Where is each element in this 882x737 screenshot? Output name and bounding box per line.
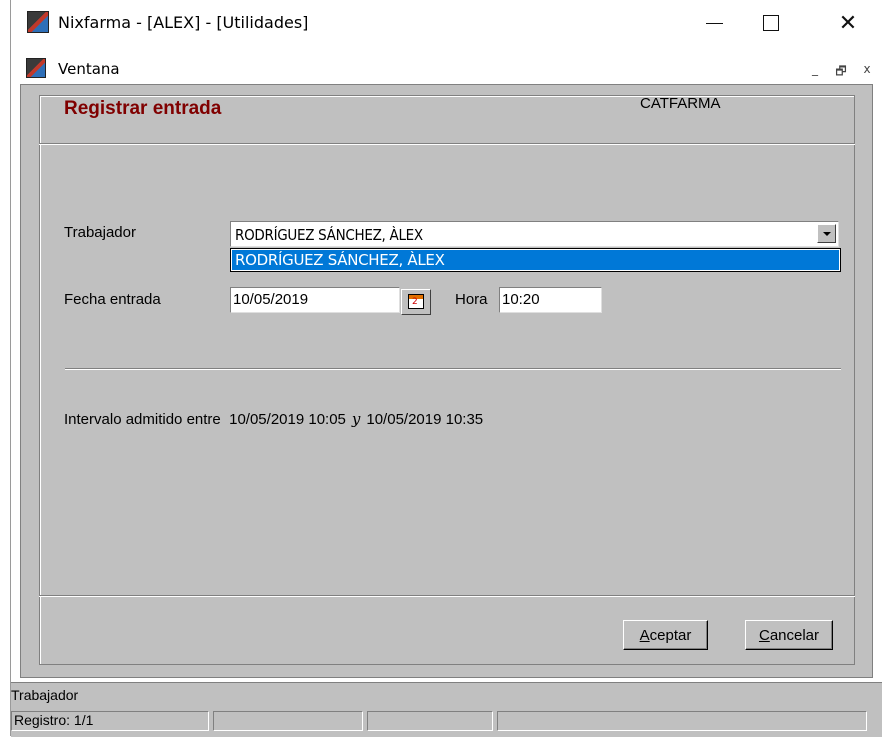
close-icon: ✕	[838, 10, 858, 36]
minimize-button[interactable]	[691, 0, 737, 46]
divider-middle	[65, 368, 841, 370]
nixfarma-app-icon[interactable]	[27, 11, 49, 33]
menu-ventana[interactable]: Ventana	[58, 60, 120, 78]
status-field-name: Trabajador	[11, 687, 79, 703]
interval-from: 10/05/2019 10:05	[229, 411, 346, 428]
trabajador-label: Trabajador	[64, 224, 136, 241]
close-button[interactable]: ✕	[825, 0, 871, 46]
trabajador-select-value: RODRÍGUEZ SÁNCHEZ, ÀLEX	[235, 226, 423, 244]
status-panel-3	[367, 711, 493, 731]
mdi-close-button[interactable]: x	[858, 62, 876, 80]
status-record: Registro: 1/1	[11, 711, 209, 731]
company-name: CATFARMA	[640, 95, 721, 112]
trabajador-dropdown-list: RODRÍGUEZ SÁNCHEZ, ÀLEX	[230, 248, 841, 272]
interval-to: 10/05/2019 10:35	[366, 411, 484, 428]
hora-label: Hora	[455, 291, 488, 308]
maximize-icon	[763, 15, 779, 31]
window-title: Nixfarma - [ALEX] - [Utilidades]	[58, 13, 309, 32]
status-bar: Trabajador Registro: 1/1	[11, 682, 882, 737]
app-window: Nixfarma - [ALEX] - [Utilidades] ✕ Venta…	[10, 0, 882, 737]
dropdown-option[interactable]: RODRÍGUEZ SÁNCHEZ, ÀLEX	[232, 250, 839, 270]
interval-prefix: Intervalo admitido entre	[64, 411, 221, 428]
menu-bar: Ventana _ 🗗 x	[11, 56, 882, 82]
divider-bottom	[39, 595, 855, 597]
title-bar[interactable]: Nixfarma - [ALEX] - [Utilidades] ✕	[11, 0, 882, 46]
maximize-button[interactable]	[748, 0, 794, 46]
hora-input[interactable]: 10:20	[499, 287, 602, 313]
aceptar-button[interactable]: Aceptar	[623, 620, 708, 650]
chevron-down-icon[interactable]	[817, 224, 836, 243]
interval-text: Intervalo admitido entre 10/05/2019 10:0…	[64, 410, 483, 428]
mdi-child-icon[interactable]	[26, 58, 46, 78]
mdi-restore-button[interactable]: 🗗	[832, 62, 850, 80]
interval-and: y	[351, 410, 361, 428]
form-frame	[39, 95, 855, 665]
form-client-area	[20, 84, 873, 678]
status-panel-2	[213, 711, 363, 731]
fecha-entrada-label: Fecha entrada	[64, 291, 161, 308]
aceptar-label-rest: ceptar	[649, 626, 692, 644]
divider-top	[39, 143, 855, 145]
fecha-entrada-input[interactable]: 10/05/2019	[230, 287, 400, 313]
aceptar-hotkey: A	[639, 626, 650, 644]
page-title: Registrar entrada	[64, 98, 222, 119]
cancelar-button[interactable]: Cancelar	[745, 620, 833, 650]
trabajador-select[interactable]: RODRÍGUEZ SÁNCHEZ, ÀLEX	[230, 221, 839, 247]
calendar-button[interactable]	[401, 289, 431, 315]
cancelar-label-rest: ancelar	[769, 626, 820, 644]
mdi-minimize-button[interactable]: _	[806, 62, 824, 80]
minimize-icon	[705, 22, 723, 24]
status-panel-4	[497, 711, 867, 731]
cancelar-hotkey: C	[758, 626, 770, 644]
calendar-icon	[408, 294, 424, 309]
